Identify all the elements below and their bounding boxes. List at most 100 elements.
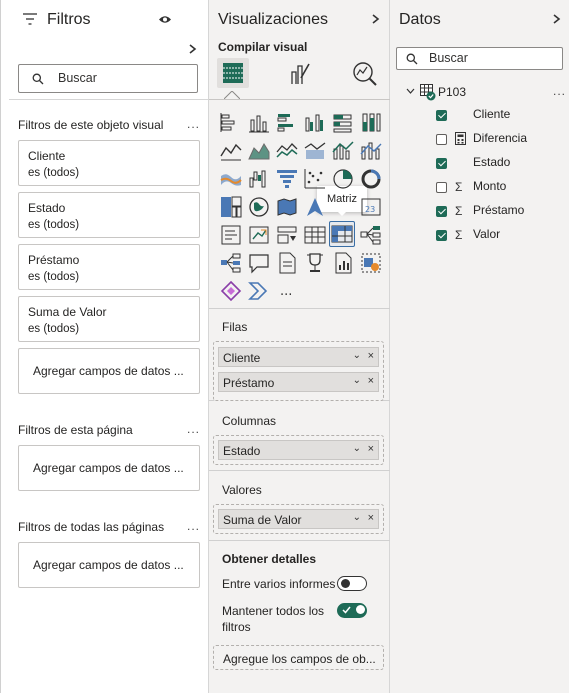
waterfall-chart-icon[interactable] [220,168,242,190]
field-checkbox[interactable] [436,230,447,241]
rows-field-pill[interactable]: Préstamo ⌄ × [218,372,379,392]
treemap-icon[interactable] [220,196,242,218]
power-apps-icon[interactable] [220,280,242,302]
ribbon-chart-icon[interactable] [360,140,382,162]
100-stacked-bar-icon[interactable] [332,112,354,134]
map-globe-icon[interactable] [248,196,270,218]
eye-icon[interactable] [159,15,171,24]
filled-map-icon[interactable] [276,196,298,218]
expand-chevron-icon[interactable] [188,44,198,54]
line-clustered-column-icon[interactable] [304,140,326,162]
clustered-bar-chart-icon[interactable] [276,112,298,134]
data-search-input[interactable]: Buscar [396,47,563,70]
drillthrough-fields-well[interactable]: Agregue los campos de ob... [213,645,384,670]
field-name[interactable]: Valor [473,227,500,241]
filter-card[interactable]: Préstamo es (todos) [18,244,200,290]
analytics-magnifier-icon[interactable] [352,61,378,87]
tree-chevron-down-icon[interactable] [406,88,415,95]
filters-search-input[interactable]: Buscar [18,64,198,93]
columns-well[interactable]: Estado ⌄ × [213,435,384,465]
stacked-bar-chart-icon[interactable] [220,112,242,134]
decomposition-tree-icon[interactable] [360,224,382,246]
funnel-chart-icon[interactable] [276,168,298,190]
multi-row-card-icon[interactable] [220,224,242,246]
page-filters-more-button[interactable]: ... [187,422,200,436]
paginated-report-icon[interactable] [332,252,354,274]
chevron-down-icon[interactable]: ⌄ [353,375,361,386]
collapse-chevron-icon[interactable] [552,14,562,24]
100-stacked-column-icon[interactable] [360,112,382,134]
add-page-filter-field[interactable]: Agregar campos de datos ... [18,445,200,491]
tooltip-arrow [337,211,347,216]
more-visuals-icon[interactable]: ... [276,280,298,302]
clustered-column-chart-icon[interactable] [304,112,326,134]
add-all-pages-filter-field[interactable]: Agregar campos de datos ... [18,542,200,588]
field-checkbox[interactable] [436,206,447,217]
remove-field-icon[interactable]: × [368,375,374,387]
donut-chart-icon[interactable] [360,168,382,190]
remove-field-icon[interactable]: × [368,512,374,524]
visual-filters-more-button[interactable]: ... [187,117,200,131]
table-name[interactable]: P103 [438,85,466,99]
rows-well-label: Filas [222,320,248,334]
keep-filters-toggle[interactable] [337,603,367,618]
line-chart-icon[interactable] [220,140,242,162]
field-checkbox[interactable] [436,134,447,145]
divider [209,99,390,100]
key-influencers-icon[interactable] [220,252,242,274]
power-automate-icon[interactable] [360,252,382,274]
field-name[interactable]: Préstamo [473,203,524,217]
chevron-down-icon[interactable]: ⌄ [353,512,361,523]
calculator-icon [455,132,466,145]
divider [209,470,390,471]
azure-map-icon[interactable] [304,196,326,218]
scatter-chart-icon[interactable] [304,168,326,190]
sigma-icon: Σ [455,204,463,218]
kpi-icon[interactable] [248,224,270,246]
build-visual-tab[interactable] [217,58,249,88]
field-name[interactable]: Diferencia [473,131,527,145]
field-name[interactable]: Monto [473,179,506,193]
chevron-down-icon[interactable]: ⌄ [353,350,361,361]
values-field-pill[interactable]: Suma de Valor ⌄ × [218,509,379,529]
values-well[interactable]: Suma de Valor ⌄ × [213,504,384,534]
filter-card[interactable]: Cliente es (todos) [18,140,200,186]
kpi-calendar-icon[interactable]: 23 [360,196,382,218]
rows-well[interactable]: Cliente ⌄ × Préstamo ⌄ × [213,341,384,401]
pie-chart-icon[interactable] [332,168,354,190]
filter-card[interactable]: Suma de Valor es (todos) [18,296,200,342]
rows-field-pill[interactable]: Cliente ⌄ × [218,347,379,367]
funnel-waterfall-icon[interactable] [248,168,270,190]
field-checkbox[interactable] [436,158,447,169]
remove-field-icon[interactable]: × [368,443,374,455]
field-checkbox[interactable] [436,110,447,121]
field-name[interactable]: Estado [473,155,510,169]
cross-report-toggle[interactable] [337,576,367,591]
chevron-down-icon[interactable]: ⌄ [353,443,361,454]
active-tab-indicator [224,91,240,99]
matrix-selected-icon[interactable] [331,223,353,245]
field-checkbox[interactable] [436,182,447,193]
format-brush-icon[interactable] [289,62,311,86]
goals-trophy-icon[interactable] [304,252,326,274]
qa-chat-icon[interactable] [248,252,270,274]
table-more-button[interactable]: ... [553,84,566,98]
power-automate-flow-icon[interactable] [248,280,270,302]
slicer-icon[interactable] [276,224,298,246]
line-stacked-column-icon[interactable] [332,140,354,162]
area-chart-icon[interactable] [248,140,270,162]
smart-narrative-icon[interactable] [276,252,298,274]
build-visual-label: Compilar visual [218,40,308,54]
collapse-chevron-icon[interactable] [371,14,381,24]
remove-field-icon[interactable]: × [368,350,374,362]
all-pages-filters-more-button[interactable]: ... [187,519,200,533]
filters-title: Filtros [47,11,91,28]
add-visual-filter-field[interactable]: Agregar campos de datos ... [18,348,200,394]
filter-card[interactable]: Estado es (todos) [18,192,200,238]
add-fields-label: Agregar campos de datos ... [33,558,184,572]
field-name[interactable]: Cliente [473,107,510,121]
columns-field-pill[interactable]: Estado ⌄ × [218,440,379,460]
table-visual-icon[interactable] [304,224,326,246]
stacked-area-chart-icon[interactable] [276,140,298,162]
stacked-column-chart-icon[interactable] [248,112,270,134]
